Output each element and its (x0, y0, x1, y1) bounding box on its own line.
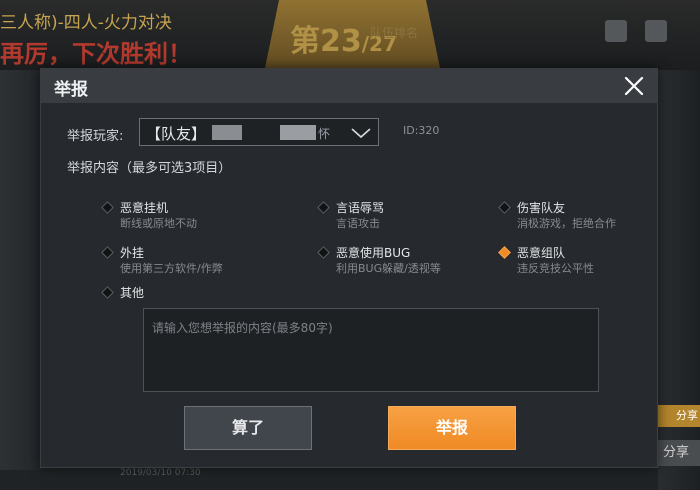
defeat-message: 再厉，下次胜利！ (0, 40, 192, 68)
left-panel (0, 70, 42, 470)
rank-number: 第23 (290, 24, 362, 59)
option-desc: 使用第三方软件/作弊 (120, 262, 223, 275)
diamond-icon (101, 286, 114, 299)
player-name-suffix: 怀 (318, 127, 331, 141)
close-icon (624, 76, 644, 96)
option-title: 言语辱骂 (336, 201, 385, 215)
close-button[interactable] (621, 73, 647, 99)
option-title: 伤害队友 (517, 201, 566, 215)
option-desc: 断线或原地不动 (120, 217, 197, 230)
dialog-title: 举报 (54, 80, 88, 100)
share-button[interactable]: 分享 (652, 440, 700, 466)
player-id: ID:320 (403, 124, 440, 137)
option-desc: 言语攻击 (336, 217, 380, 230)
player-dropdown[interactable]: 【队友】 怀 (139, 118, 379, 146)
dialog-header: 举报 (41, 69, 657, 103)
report-player-label: 举报玩家: (67, 129, 124, 144)
redacted-name (212, 125, 242, 140)
submit-report-button[interactable]: 举报 (388, 406, 516, 450)
option-desc: 消极游戏，拒绝合作 (517, 217, 616, 230)
diamond-icon (317, 201, 330, 214)
option-title: 恶意使用BUG (336, 246, 411, 260)
option-title: 恶意组队 (517, 246, 566, 260)
rank-caption: 队伍排名 (370, 26, 419, 40)
option-title: 恶意挂机 (120, 201, 169, 215)
diamond-icon (101, 246, 114, 259)
match-time: 2019/03/10 07:30 (120, 468, 201, 478)
redacted-name (280, 125, 316, 140)
option-desc: 违反竞技公平性 (517, 262, 594, 275)
option-title: 其他 (120, 286, 145, 300)
diamond-icon (498, 201, 511, 214)
chevron-down-icon (350, 125, 372, 144)
game-mode-title: 三人称)-四人-火力对决 (0, 13, 172, 33)
diamond-icon (498, 246, 511, 259)
diamond-icon (101, 201, 114, 214)
report-content-label: 举报内容（最多可选3项目） (67, 161, 232, 176)
settings-icon[interactable] (645, 20, 667, 42)
report-details-input[interactable] (143, 308, 599, 392)
option-title: 外挂 (120, 246, 145, 260)
option-desc: 利用BUG躲藏/透视等 (336, 262, 441, 275)
report-dialog: 举报 举报玩家: 【队友】 怀 ID:320 举报内容（最多可选3项目） 恶意挂… (40, 68, 658, 468)
player-tag: 【队友】 (146, 125, 207, 143)
diamond-icon (317, 246, 330, 259)
right-panel (658, 70, 700, 490)
share-tag[interactable]: 分享 (652, 405, 700, 427)
cancel-button[interactable]: 算了 (184, 406, 312, 450)
menu-icon[interactable] (605, 20, 627, 42)
